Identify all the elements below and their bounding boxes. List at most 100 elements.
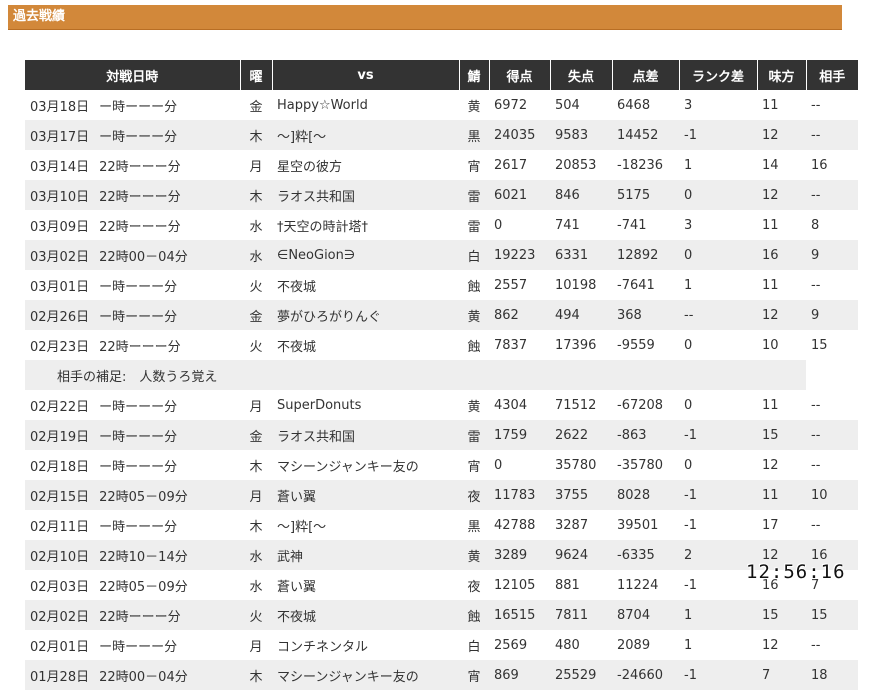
- cell-time: 22時05－09分: [99, 579, 188, 595]
- cell-lost: 480: [550, 630, 612, 660]
- cell-date-day: 03月01日: [30, 279, 90, 295]
- cell-rank-diff: 0: [679, 330, 757, 360]
- cell-enemy: --: [806, 420, 858, 450]
- cell-enemy: --: [806, 510, 858, 540]
- cell-day: 月: [240, 150, 272, 180]
- header-server: 鯖: [459, 60, 490, 90]
- header-ally: 味方: [757, 60, 807, 90]
- cell-lost: 17396: [550, 330, 612, 360]
- cell-time: ー時ーーー分: [99, 99, 178, 115]
- cell-score: 1759: [489, 420, 550, 450]
- cell-diff: -6335: [612, 540, 679, 570]
- cell-date-day: 03月18日: [30, 99, 90, 115]
- cell-date-day: 02月22日: [30, 399, 90, 415]
- cell-server: 宵: [459, 150, 489, 180]
- cell-time: 22時ーーー分: [99, 159, 181, 175]
- cell-date: 02月26日 ー時ーーー分: [25, 300, 240, 330]
- table-row: 03月18日 ー時ーーー分金 Happy☆World 黄 6972 504 6468 3 11-…: [25, 90, 858, 120]
- cell-time: ー時ーーー分: [99, 639, 178, 655]
- cell-rank-diff: 0: [679, 240, 757, 270]
- cell-diff: 8704: [612, 600, 679, 630]
- cell-vs: 〜]粋[〜: [272, 120, 459, 150]
- cell-lost: 7811: [550, 600, 612, 630]
- cell-lost: 2622: [550, 420, 612, 450]
- cell-server: 雷: [459, 420, 489, 450]
- cell-diff: -7641: [612, 270, 679, 300]
- cell-diff: -863: [612, 420, 679, 450]
- cell-server: 雷: [459, 180, 489, 210]
- cell-time: ー時ーーー分: [99, 129, 178, 145]
- cell-lost: 504: [550, 90, 612, 120]
- cell-ally: 11: [757, 270, 806, 300]
- cell-ally: 12: [757, 180, 806, 210]
- cell-score: 869: [489, 660, 550, 690]
- cell-date-day: 02月23日: [30, 339, 90, 355]
- cell-vs: 武神: [272, 540, 459, 570]
- cell-time: 22時00－04分: [99, 669, 188, 685]
- cell-date-day: 02月02日: [30, 609, 90, 625]
- cell-ally: 11: [757, 390, 806, 420]
- match-history-table: 対戦日時 曜 vs 鯖 得点 失点 点差 ランク差 味方 相手 03月18日 ー時…: [25, 60, 858, 690]
- cell-lost: 35780: [550, 450, 612, 480]
- overlay-clock: 12:56:16: [746, 561, 846, 583]
- cell-enemy: 9: [806, 240, 858, 270]
- cell-ally: 12: [757, 300, 806, 330]
- table-row: 02月01日 ー時ーーー分月コンチネンタル白 2569 480 2089 1 12 --: [25, 630, 858, 660]
- cell-time: ー時ーーー分: [99, 429, 178, 445]
- table-header-row: 対戦日時 曜 vs 鯖 得点 失点 点差 ランク差 味方 相手: [25, 60, 858, 90]
- table-row: 02月15日 22時05－09分 月蒼い翼夜 11783 3755 8028 -1 11 10: [25, 480, 858, 510]
- cell-lost: 25529: [550, 660, 612, 690]
- cell-date: 01月28日 22時00－04分: [25, 660, 240, 690]
- cell-ally: 16: [757, 240, 806, 270]
- cell-date-day: 02月03日: [30, 579, 90, 595]
- cell-diff: 368: [612, 300, 679, 330]
- cell-score: 2557: [489, 270, 550, 300]
- cell-diff: 12892: [612, 240, 679, 270]
- cell-score: 19223: [489, 240, 550, 270]
- cell-time: ー時ーーー分: [99, 459, 178, 475]
- section-title: 過去戦績: [8, 5, 842, 30]
- cell-score: 2617: [489, 150, 550, 180]
- cell-lost: 3755: [550, 480, 612, 510]
- cell-vs: 星空の彼方: [272, 150, 459, 180]
- table-row: 02月10日 22時10－14分水武神黄 3289 9624 -6335 2 12 16: [25, 540, 858, 570]
- cell-score: 24035: [489, 120, 550, 150]
- cell-ally: 11: [757, 90, 806, 120]
- cell-vs: コンチネンタル: [272, 630, 459, 660]
- cell-date-day: 01月28日: [30, 669, 90, 685]
- cell-date-day: 02月26日: [30, 309, 90, 325]
- cell-server: 宵: [459, 660, 489, 690]
- cell-date-day: 03月10日: [30, 189, 90, 205]
- cell-rank-diff: 1: [679, 270, 757, 300]
- table-row: 02月22日 ー時ーーー分月 SuperDonuts 黄 4304 71512 -67208…: [25, 390, 858, 420]
- cell-server: 蝕: [459, 270, 489, 300]
- cell-score: 7837: [489, 330, 550, 360]
- cell-vs: ラオス共和国: [272, 420, 459, 450]
- cell-rank-diff: 0: [679, 390, 757, 420]
- cell-date: 02月18日 ー時ーーー分: [25, 450, 240, 480]
- cell-rank-diff: 1: [679, 600, 757, 630]
- cell-server: 蝕: [459, 330, 489, 360]
- table-row: 01月28日 22時00－04分 木マシーンジャンキー友の宵 869 25529 -246…: [25, 660, 858, 690]
- cell-day: 木: [240, 660, 272, 690]
- cell-vs: 不夜城: [272, 600, 459, 630]
- cell-ally: 12: [757, 450, 806, 480]
- cell-lost: 9583: [550, 120, 612, 150]
- cell-date-day: 03月14日: [30, 159, 90, 175]
- cell-vs: ラオス共和国: [272, 180, 459, 210]
- cell-date-day: 02月19日: [30, 429, 90, 445]
- cell-date: 03月10日 22時ーーー分: [25, 180, 240, 210]
- cell-time: 22時ーーー分: [99, 609, 181, 625]
- cell-score: 6972: [489, 90, 550, 120]
- table-row: 03月02日 22時00－04分 水 ∈NeoGion∋ 白 19223 6331 12892…: [25, 240, 858, 270]
- cell-diff: 14452: [612, 120, 679, 150]
- cell-date: 02月15日 22時05－09分: [25, 480, 240, 510]
- cell-time: ー時ーーー分: [99, 309, 178, 325]
- table-row: 02月03日 22時05－09分水蒼い翼夜 12105 881 11224 -1 16 7: [25, 570, 858, 600]
- cell-vs: SuperDonuts: [272, 390, 459, 420]
- cell-diff: -24660: [612, 660, 679, 690]
- cell-lost: 6331: [550, 240, 612, 270]
- cell-server: 夜: [459, 570, 489, 600]
- cell-ally: 10: [757, 330, 806, 360]
- cell-ally: 17: [757, 510, 806, 540]
